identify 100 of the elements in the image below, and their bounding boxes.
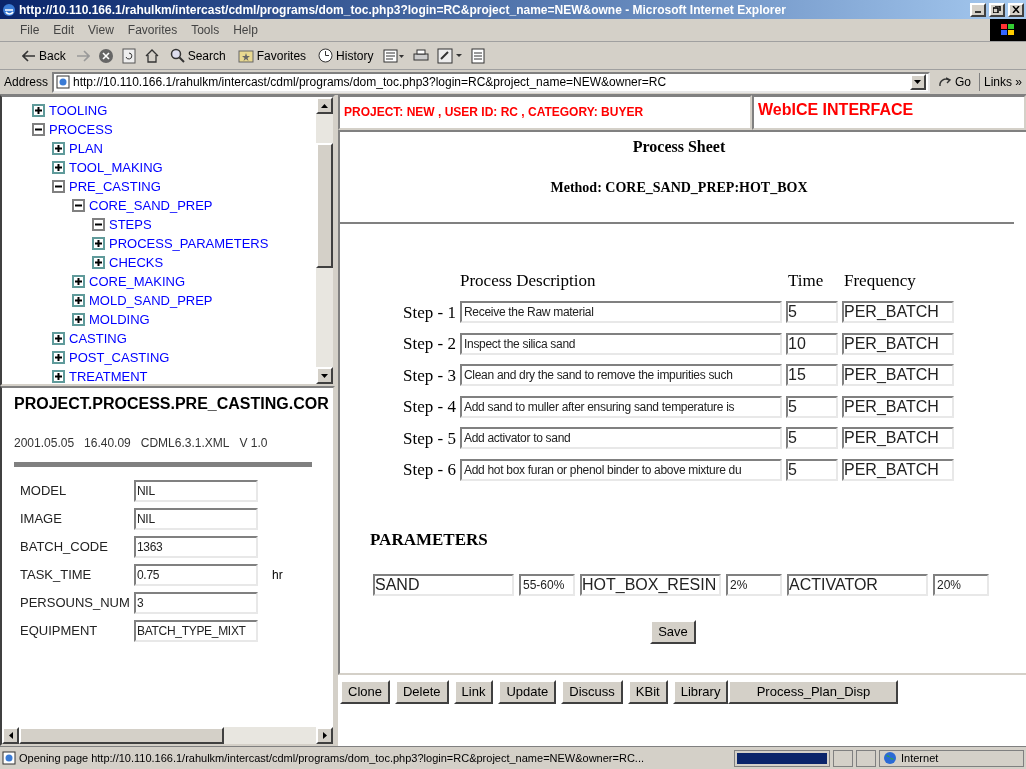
toolbar-button[interactable]: Search bbox=[167, 44, 228, 67]
input-field[interactable]: 5 bbox=[786, 458, 838, 481]
links-button[interactable]: Links » bbox=[978, 73, 1022, 91]
action-button[interactable]: KBit bbox=[627, 680, 668, 704]
tree-item[interactable]: CASTING bbox=[69, 328, 127, 349]
minus-box-icon[interactable] bbox=[72, 199, 85, 212]
input-field[interactable]: Add hot box furan or phenol binder to above mixture du bbox=[460, 458, 782, 481]
go-button[interactable]: Go bbox=[933, 73, 975, 91]
plus-box-icon[interactable] bbox=[72, 294, 85, 307]
tree-item[interactable]: PROCESS_PARAMETERS bbox=[109, 233, 269, 254]
minus-box-icon[interactable] bbox=[52, 180, 65, 193]
input-field[interactable]: Inspect the silica sand bbox=[460, 332, 782, 355]
input-field[interactable]: Add activator to sand bbox=[460, 427, 782, 450]
home-icon[interactable] bbox=[143, 47, 160, 64]
plus-box-icon[interactable] bbox=[52, 142, 65, 155]
action-button[interactable]: Delete bbox=[394, 680, 449, 704]
address-field[interactable]: http://10.110.166.1/rahulkm/intercast/cdml/programs/dom_toc.php3?login=RC&project_name=NEW&owner=RC bbox=[52, 71, 930, 93]
menu-item[interactable]: View bbox=[88, 21, 114, 39]
mail-icon[interactable] bbox=[383, 48, 406, 63]
action-button[interactable]: Library bbox=[672, 680, 729, 704]
document-icon[interactable] bbox=[471, 47, 486, 64]
tree-item[interactable]: TOOL_MAKING bbox=[69, 157, 163, 178]
plus-box-icon[interactable] bbox=[52, 351, 65, 364]
input-field[interactable]: PER_BATCH bbox=[842, 458, 954, 481]
input-field[interactable]: 1363 bbox=[134, 536, 258, 558]
menu-item[interactable]: Favorites bbox=[127, 21, 178, 39]
input-field[interactable]: PER_BATCH bbox=[842, 301, 954, 324]
input-field[interactable]: ACTIVATOR bbox=[787, 574, 928, 596]
stop-icon[interactable] bbox=[97, 47, 114, 64]
scroll-down-button[interactable] bbox=[316, 367, 333, 384]
tree-item[interactable]: CHECKS bbox=[109, 252, 164, 273]
plus-box-icon[interactable] bbox=[52, 370, 65, 383]
input-field[interactable]: HOT_BOX_RESIN bbox=[580, 574, 721, 596]
action-button[interactable]: Process_Plan_Disp bbox=[728, 680, 899, 704]
tree-item[interactable]: PROCESS bbox=[49, 119, 113, 140]
tree-item[interactable]: MOLDING bbox=[89, 309, 150, 330]
plus-box-icon[interactable] bbox=[52, 161, 65, 174]
action-button[interactable]: Clone bbox=[340, 680, 390, 704]
tree-item[interactable]: CORE_SAND_PREP bbox=[89, 195, 213, 216]
toolbar-button[interactable]: Favorites bbox=[235, 44, 309, 67]
minimize-button[interactable] bbox=[970, 2, 986, 17]
tree-item[interactable]: STEPS bbox=[109, 214, 152, 235]
save-button[interactable]: Save bbox=[650, 620, 696, 644]
action-button[interactable]: Update bbox=[498, 680, 557, 704]
input-field[interactable]: Clean and dry the sand to remove the impurities such bbox=[460, 364, 782, 387]
scroll-thumb[interactable] bbox=[316, 143, 333, 268]
action-button[interactable]: Discuss bbox=[561, 680, 623, 704]
scroll-right-button[interactable] bbox=[316, 727, 333, 744]
input-field[interactable]: 3 bbox=[134, 592, 258, 614]
plus-box-icon[interactable] bbox=[32, 104, 45, 117]
vertical-scrollbar[interactable] bbox=[316, 97, 333, 384]
input-field[interactable]: 20% bbox=[933, 574, 989, 596]
input-field[interactable]: SAND bbox=[373, 574, 514, 596]
input-field[interactable]: NIL bbox=[134, 508, 258, 530]
input-field[interactable]: 55-60% bbox=[519, 574, 575, 596]
restore-button[interactable] bbox=[989, 2, 1005, 17]
input-field[interactable]: 10 bbox=[786, 332, 838, 355]
input-field[interactable]: BATCH_TYPE_MIXT bbox=[134, 620, 258, 642]
input-field[interactable]: PER_BATCH bbox=[842, 427, 954, 450]
scroll-thumb[interactable] bbox=[19, 727, 224, 744]
tree-item[interactable]: POST_CASTING bbox=[69, 347, 170, 368]
scroll-up-button[interactable] bbox=[316, 97, 333, 114]
plus-box-icon[interactable] bbox=[72, 313, 85, 326]
plus-box-icon[interactable] bbox=[72, 275, 85, 288]
dropdown-button[interactable] bbox=[909, 74, 926, 90]
minus-box-icon[interactable] bbox=[92, 218, 105, 231]
plus-box-icon[interactable] bbox=[92, 256, 105, 269]
minus-box-icon[interactable] bbox=[32, 123, 45, 136]
toolbar-button[interactable]: Back bbox=[20, 44, 68, 67]
menu-item[interactable]: Tools bbox=[191, 21, 220, 39]
menu-item[interactable]: Help bbox=[233, 21, 258, 39]
input-field[interactable]: 0.75 bbox=[134, 564, 258, 586]
horizontal-scrollbar[interactable] bbox=[2, 727, 333, 744]
input-field[interactable]: PER_BATCH bbox=[842, 395, 954, 418]
tree-item[interactable]: TREATMENT bbox=[69, 366, 148, 384]
refresh-icon[interactable] bbox=[121, 47, 136, 64]
input-field[interactable]: Receive the Raw material bbox=[460, 301, 782, 324]
menu-item[interactable]: Edit bbox=[53, 21, 75, 39]
input-field[interactable]: 2% bbox=[726, 574, 782, 596]
tree-item[interactable]: PRE_CASTING bbox=[69, 176, 161, 197]
input-field[interactable]: Add sand to muller after ensuring sand temperature is bbox=[460, 395, 782, 418]
close-button[interactable] bbox=[1008, 2, 1024, 17]
input-field[interactable]: 15 bbox=[786, 364, 838, 387]
edit-icon[interactable] bbox=[437, 47, 464, 64]
input-field[interactable]: NIL bbox=[134, 480, 258, 502]
input-field[interactable]: 5 bbox=[786, 395, 838, 418]
plus-box-icon[interactable] bbox=[92, 237, 105, 250]
action-button[interactable]: Link bbox=[453, 680, 494, 704]
input-field[interactable]: PER_BATCH bbox=[842, 332, 954, 355]
input-field[interactable]: 5 bbox=[786, 301, 838, 324]
tree-item[interactable]: MOLD_SAND_PREP bbox=[89, 290, 213, 311]
tree-item[interactable]: TOOLING bbox=[49, 100, 108, 121]
menu-item[interactable]: File bbox=[20, 21, 40, 39]
toolbar-button[interactable]: History bbox=[316, 44, 376, 67]
input-field[interactable]: 5 bbox=[786, 427, 838, 450]
scroll-left-button[interactable] bbox=[2, 727, 19, 744]
plus-box-icon[interactable] bbox=[52, 332, 65, 345]
printer-icon[interactable] bbox=[413, 48, 430, 63]
tree-item[interactable]: CORE_MAKING bbox=[89, 271, 186, 292]
input-field[interactable]: PER_BATCH bbox=[842, 364, 954, 387]
